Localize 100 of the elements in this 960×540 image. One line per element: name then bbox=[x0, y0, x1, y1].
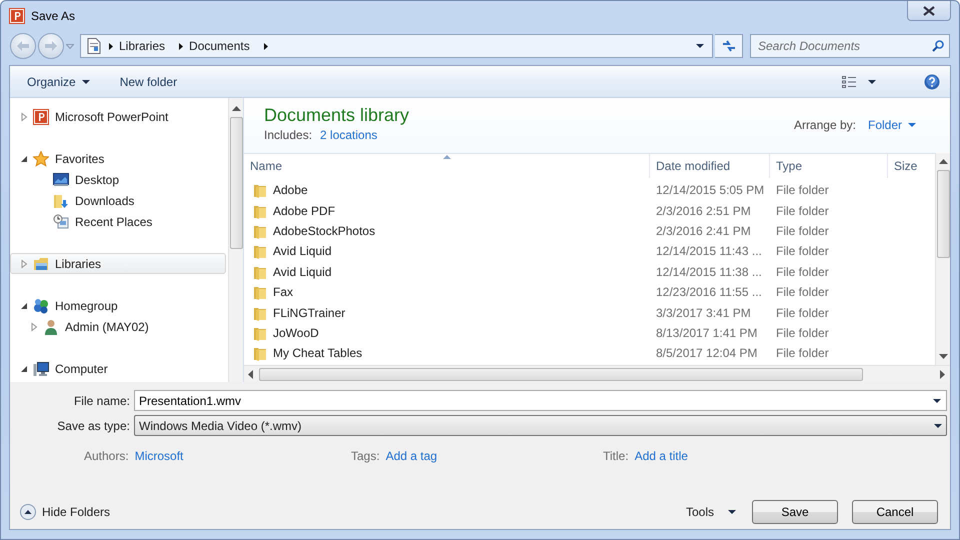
refresh-button[interactable] bbox=[715, 34, 743, 58]
scrollbar-thumb[interactable] bbox=[230, 117, 242, 249]
folder-icon bbox=[253, 243, 267, 260]
chevron-right-icon[interactable] bbox=[264, 42, 268, 50]
star-icon bbox=[33, 150, 49, 166]
metadata-link[interactable]: Add a tag bbox=[386, 447, 438, 465]
file-row-name[interactable]: JoWooD bbox=[244, 324, 650, 342]
forward-arrow-icon bbox=[45, 41, 57, 51]
locations-link[interactable]: 2 locations bbox=[320, 126, 378, 144]
metadata-label: Authors: bbox=[84, 448, 129, 465]
navigation-item[interactable]: Admin (MAY02) bbox=[10, 316, 226, 337]
library-icon bbox=[33, 256, 49, 272]
file-row-name[interactable]: Fax bbox=[244, 283, 650, 302]
field-label: Save as type: bbox=[56, 418, 131, 434]
folder-icon bbox=[253, 182, 267, 198]
type-cell-text: File folder bbox=[775, 243, 830, 260]
scroll-left-icon[interactable] bbox=[248, 370, 253, 378]
navigation-item[interactable]: Downloads bbox=[10, 190, 226, 211]
date-modified-cell-text: 2/3/2016 2:51 PM bbox=[655, 202, 752, 220]
collapse-arrow-icon[interactable] bbox=[19, 154, 29, 164]
navigation-item[interactable]: Recent Places bbox=[10, 211, 226, 232]
chevron-right-icon[interactable] bbox=[179, 42, 184, 50]
metadata-label: Title: bbox=[603, 448, 629, 465]
navigation-item[interactable]: Microsoft PowerPoint bbox=[10, 106, 226, 127]
scroll-up-icon[interactable] bbox=[232, 106, 240, 111]
date-modified-cell-text: 3/3/2017 3:41 PM bbox=[655, 304, 752, 322]
chevron-right-icon[interactable] bbox=[109, 42, 113, 50]
powerpoint-icon bbox=[33, 108, 49, 124]
cancel-button[interactable]: Cancel bbox=[852, 500, 938, 524]
caret-icon bbox=[728, 510, 736, 514]
search-icon bbox=[932, 40, 944, 52]
file-row-name[interactable]: Avid Liquid bbox=[244, 262, 650, 281]
date-modified-cell-text: 2/3/2016 2:41 PM bbox=[655, 222, 752, 240]
window-title: Save As bbox=[31, 8, 76, 25]
search-field[interactable]: Search Documents bbox=[750, 34, 950, 58]
navigation-item[interactable]: Computer bbox=[10, 358, 226, 379]
user-icon bbox=[43, 318, 59, 334]
navigation-item[interactable]: Desktop bbox=[10, 169, 226, 190]
field-label: File name: bbox=[72, 392, 131, 410]
address-bar[interactable]: Libraries Documents bbox=[80, 34, 713, 58]
folder-icon bbox=[253, 345, 267, 362]
caret-icon bbox=[82, 80, 90, 84]
downloads-icon bbox=[53, 192, 69, 208]
type-cell-text: File folder bbox=[775, 324, 830, 342]
navigation-item[interactable]: Libraries bbox=[10, 253, 226, 274]
navigation-item[interactable]: Favorites bbox=[10, 148, 226, 169]
new-folder-button[interactable]: New folder bbox=[120, 72, 178, 90]
metadata-link[interactable]: Microsoft bbox=[134, 447, 184, 465]
close-icon bbox=[923, 6, 935, 16]
scrollbar-thumb[interactable] bbox=[259, 368, 863, 380]
view-button[interactable] bbox=[842, 76, 876, 88]
expand-arrow-icon[interactable] bbox=[29, 322, 39, 332]
hide-folders-button[interactable]: Hide Folders bbox=[20, 503, 110, 521]
arrange-by-label: Arrange by: bbox=[794, 117, 856, 134]
file-row-name[interactable]: Avid Liquid bbox=[244, 242, 650, 260]
folder-icon bbox=[253, 284, 267, 300]
save-type-dropdown[interactable]: Windows Media Video (*.wmv) bbox=[134, 415, 947, 436]
organize-button[interactable]: Organize bbox=[27, 72, 90, 90]
type-cell-text: File folder bbox=[775, 304, 830, 322]
metadata-link[interactable]: Add a title bbox=[634, 447, 688, 465]
dropdown-icon[interactable] bbox=[696, 44, 704, 48]
expand-arrow-icon[interactable] bbox=[19, 258, 29, 268]
scroll-down-icon[interactable] bbox=[938, 354, 948, 359]
breadcrumb-item[interactable]: Libraries bbox=[113, 37, 172, 55]
arrange-by-dropdown[interactable]: Folder bbox=[868, 116, 916, 134]
expand-arrow-icon[interactable] bbox=[19, 112, 29, 122]
recent-places-icon bbox=[53, 214, 69, 230]
caret-icon bbox=[868, 80, 876, 84]
file-row-name[interactable]: AdobeStockPhotos bbox=[244, 222, 650, 240]
file-row-name[interactable]: FLiNGTrainer bbox=[244, 304, 650, 322]
save-button[interactable]: Save bbox=[752, 500, 838, 524]
scroll-up-icon[interactable] bbox=[938, 159, 948, 164]
list-view-icon bbox=[842, 76, 856, 88]
date-modified-cell-text: 8/5/2017 12:04 PM bbox=[655, 345, 758, 362]
scroll-right-icon[interactable] bbox=[940, 370, 945, 378]
collapse-up-icon bbox=[20, 504, 36, 520]
type-cell-text: File folder bbox=[775, 264, 830, 281]
file-row-name[interactable]: My Cheat Tables bbox=[244, 344, 650, 362]
navigation-item[interactable]: Homegroup bbox=[10, 295, 226, 316]
includes-label: Includes: bbox=[264, 127, 312, 144]
scrollbar-thumb[interactable] bbox=[936, 170, 950, 258]
dropdown-icon[interactable] bbox=[934, 424, 942, 428]
breadcrumb-item[interactable]: Documents bbox=[183, 37, 256, 55]
type-cell-text: File folder bbox=[775, 284, 830, 302]
tools-button[interactable]: Tools bbox=[686, 503, 736, 521]
help-button[interactable] bbox=[924, 74, 940, 90]
collapse-arrow-icon[interactable] bbox=[19, 300, 29, 310]
file-row-name[interactable]: Adobe bbox=[244, 181, 650, 200]
vertical-scrollbar[interactable] bbox=[935, 153, 950, 365]
file-name-field[interactable]: Presentation1.wmv bbox=[134, 390, 947, 411]
collapse-arrow-icon[interactable] bbox=[19, 364, 29, 374]
horizontal-scrollbar[interactable] bbox=[244, 365, 950, 382]
vertical-scrollbar[interactable] bbox=[228, 98, 243, 382]
date-modified-cell-text: 12/23/2016 11:55 ... bbox=[655, 284, 763, 302]
date-modified-cell-text: 12/14/2015 11:38 ... bbox=[655, 264, 763, 281]
date-modified-cell-text: 12/14/2015 5:05 PM bbox=[655, 182, 766, 200]
close-button[interactable] bbox=[907, 1, 951, 21]
file-row-name[interactable]: Adobe PDF bbox=[244, 202, 650, 220]
dropdown-icon[interactable] bbox=[933, 399, 941, 403]
library-title: Documents library bbox=[264, 104, 410, 126]
